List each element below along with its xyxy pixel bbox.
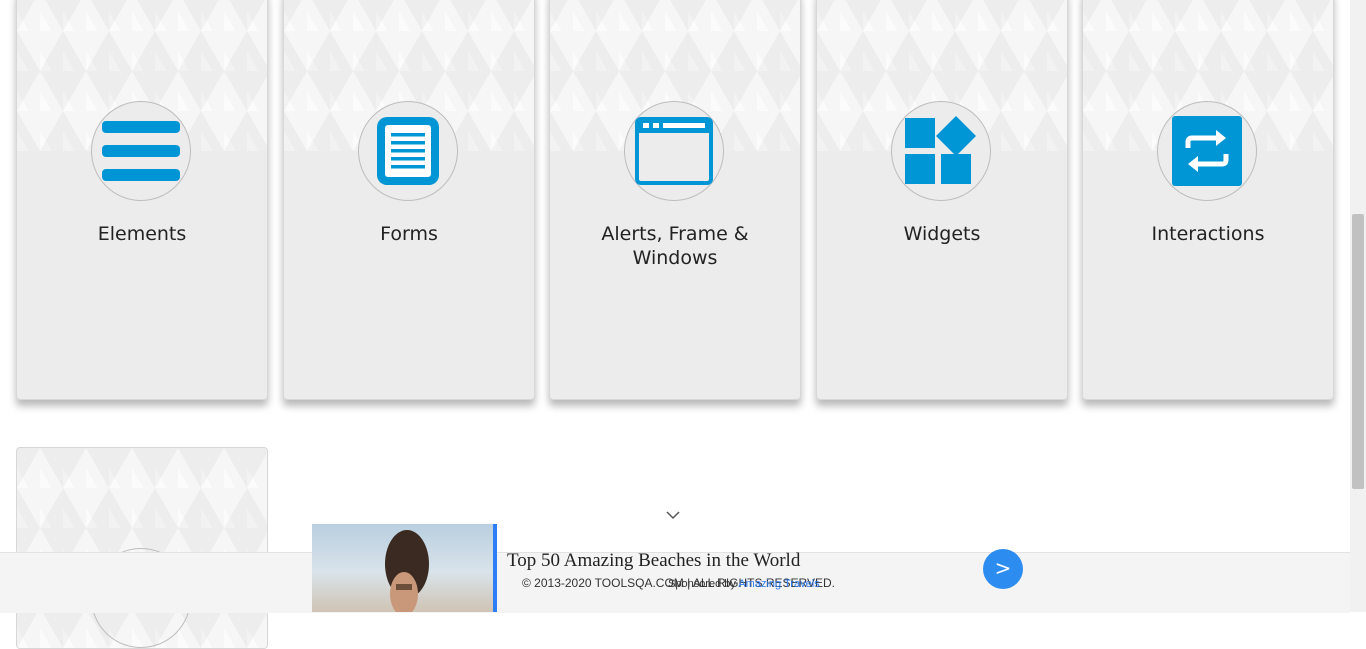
card-title: Interactions <box>1151 223 1265 245</box>
ad-next-button[interactable]: > <box>983 549 1023 589</box>
beach-photo-icon <box>385 530 429 612</box>
icon-circle <box>891 101 991 201</box>
ad-banner[interactable]: Top 50 Amazing Beaches in the World Spon… <box>312 524 1052 612</box>
card-title: Alerts, Frame & Windows <box>601 223 749 269</box>
card-elements[interactable]: Elements <box>16 0 268 400</box>
chevron-down-icon[interactable] <box>665 510 681 520</box>
ad-title[interactable]: Top 50 Amazing Beaches in the World <box>507 550 800 572</box>
document-icon <box>377 117 439 185</box>
ad-sponsored: Sponsored by Amazing Travels <box>668 578 820 590</box>
ad-image[interactable] <box>312 524 497 612</box>
swap-arrows-icon <box>1172 116 1242 186</box>
ad-sponsor-link[interactable]: Amazing Travels <box>738 578 819 590</box>
card-title: Elements <box>97 223 187 245</box>
icon-circle <box>624 101 724 201</box>
card-title: Forms <box>380 223 438 245</box>
ad-sponsored-label: Sponsored by <box>668 578 739 590</box>
card-title: Widgets <box>903 223 981 245</box>
icon-circle <box>1157 101 1257 201</box>
scrollbar-thumb[interactable] <box>1352 214 1364 489</box>
card-interactions[interactable]: Interactions <box>1082 0 1334 400</box>
icon-circle <box>91 101 191 201</box>
browser-window-icon <box>635 117 713 185</box>
card-forms[interactable]: Forms <box>283 0 535 400</box>
card-book-store[interactable] <box>16 447 268 649</box>
hamburger-icon <box>102 121 180 181</box>
card-alerts-frame-windows[interactable]: Alerts, Frame & Windows <box>549 0 801 400</box>
card-widgets[interactable]: Widgets <box>816 0 1068 400</box>
icon-circle <box>358 101 458 201</box>
widgets-icon <box>905 116 976 184</box>
